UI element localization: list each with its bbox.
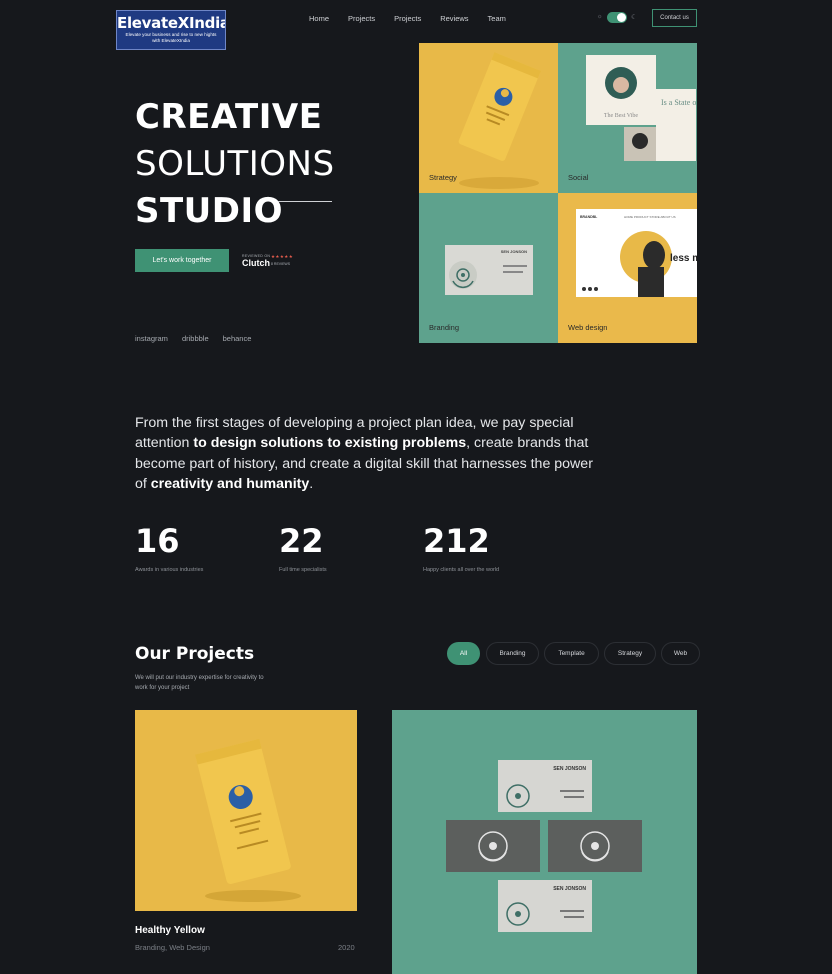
nav-team[interactable]: Team (488, 14, 506, 24)
tile-social[interactable]: The Best Vibe Is a State of Mind Social (558, 43, 697, 193)
stat-clients: 212 Happy clients all over the world (423, 522, 499, 573)
social-instagram[interactable]: instagram (135, 334, 168, 343)
hero-line-solutions: SOLUTIONS (135, 144, 335, 184)
clutch-name: Clutch (242, 258, 270, 268)
hero-title: CREATIVE SOLUTIONS STUDIO (135, 94, 335, 235)
title-divider (278, 201, 332, 202)
sun-icon: ☼ (597, 14, 603, 20)
website-illustration: BRANDBL HOME PRODUCT STORE ABOUT US less… (576, 209, 697, 297)
filter-template[interactable]: Template (544, 642, 599, 665)
lets-work-together-button[interactable]: Let's work together (135, 249, 229, 272)
nav-projects-2[interactable]: Projects (394, 14, 421, 24)
intro-paragraph: From the first stages of developing a pr… (135, 413, 605, 495)
stat-specialists: 22 Full time specialists (279, 522, 327, 573)
moon-icon: ☾ (631, 14, 638, 21)
web-logo: BRANDBL (580, 215, 598, 219)
project-year: 2020 (338, 943, 355, 952)
tile-social-label: Social (568, 173, 589, 182)
main-nav: Home Projects Projects Reviews Team (309, 14, 525, 24)
tile-branding[interactable]: SEN JONSON Branding (419, 193, 558, 343)
social-card-text: The Best Vibe (604, 113, 639, 119)
stat-value: 212 (423, 522, 490, 560)
pouch-photo (195, 738, 301, 902)
project-name[interactable]: Healthy Yellow (135, 925, 205, 936)
stat-caption: Full time specialists (279, 567, 327, 573)
clutch-review-count: 8 REVIEWS (271, 262, 291, 266)
nav-home[interactable]: Home (309, 14, 329, 24)
stat-caption: Awards in various industries (135, 567, 204, 573)
filter-strategy[interactable]: Strategy (604, 642, 656, 665)
clutch-stars: ★★★★★ (271, 254, 294, 259)
intro-bold-1: to design solutions to existing problems (193, 435, 467, 452)
theme-toggle-group: ☼ ☾ (597, 12, 639, 24)
logo-tagline: Elevate your business and rise to new hi… (125, 32, 217, 43)
card-name-top: SEN JONSON (553, 766, 586, 772)
logo-brand: ElevateXIndia (117, 14, 226, 32)
site-logo[interactable]: ElevateXIndia Elevate your business and … (116, 10, 226, 50)
branding-card-name: SEN JONSON (501, 249, 527, 254)
social-behance[interactable]: behance (223, 334, 252, 343)
toggle-knob (617, 13, 626, 22)
stat-caption: Happy clients all over the world (423, 567, 500, 573)
social-quote: Is a State of Mind (661, 98, 697, 107)
intro-text-3: . (309, 476, 314, 493)
filter-all[interactable]: All (447, 642, 480, 665)
clutch-badge[interactable]: REVIEWED ON Clutch ★★★★★ 8 REVIEWS (242, 254, 302, 270)
contact-button[interactable]: Contact us (652, 9, 697, 27)
nav-reviews[interactable]: Reviews (440, 14, 468, 24)
web-nav: HOME PRODUCT STORE ABOUT US (624, 215, 676, 219)
filter-branding[interactable]: Branding (486, 642, 539, 665)
social-illustration: The Best Vibe Is a State of Mind (586, 55, 697, 161)
theme-toggle[interactable] (607, 12, 627, 23)
tile-web-label: Web design (568, 323, 608, 332)
stat-value: 22 (279, 522, 324, 560)
stat-awards: 16 Awards in various industries (135, 522, 203, 573)
tile-strategy-label: Strategy (429, 173, 457, 182)
project-categories: Branding, Web Design (135, 943, 210, 952)
nav-projects[interactable]: Projects (348, 14, 375, 24)
social-dribbble[interactable]: dribbble (182, 334, 209, 343)
stat-value: 16 (135, 522, 180, 560)
business-cards-photo: SEN JONSON SEN JONSON (446, 760, 642, 932)
project-card-business-cards[interactable]: SEN JONSON SEN JONSON (392, 710, 697, 974)
filter-web[interactable]: Web (661, 642, 700, 665)
business-card-illustration: SEN JONSON (445, 245, 533, 295)
project-card-healthy-yellow[interactable] (135, 710, 357, 911)
hero-line-studio: STUDIO (135, 191, 284, 231)
projects-subtitle: We will put our industry expertise for c… (135, 675, 264, 691)
intro-bold-2: creativity and humanity (150, 476, 310, 493)
pouch-illustration (458, 52, 541, 189)
card-name-bottom: SEN JONSON (553, 886, 586, 892)
projects-title: Our Projects (135, 644, 255, 664)
web-headline: less more (670, 253, 697, 264)
social-links: instagram dribbble behance (135, 334, 265, 343)
hero-line-creative: CREATIVE (135, 97, 323, 137)
tile-web-design[interactable]: BRANDBL HOME PRODUCT STORE ABOUT US less… (558, 193, 697, 343)
tile-branding-label: Branding (429, 323, 460, 332)
tile-strategy[interactable]: Strategy (419, 43, 558, 193)
